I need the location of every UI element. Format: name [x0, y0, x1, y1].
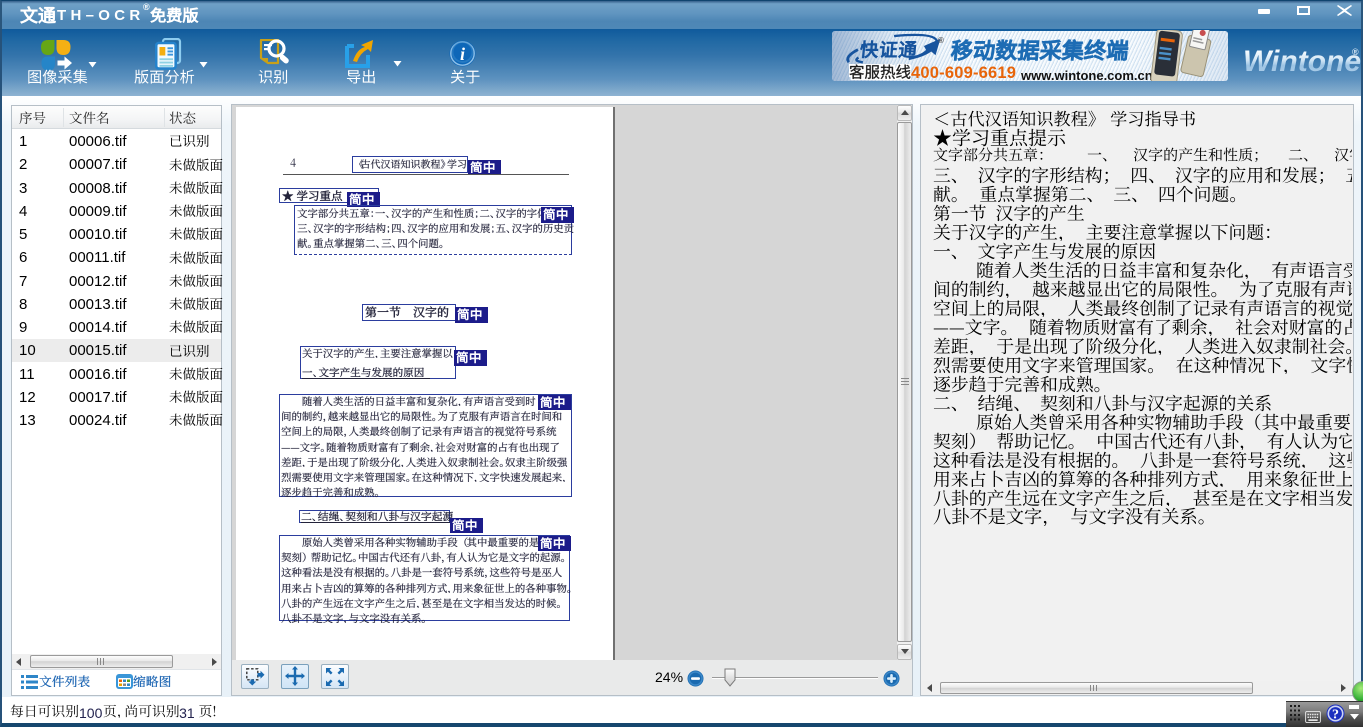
svg-text:?: ? — [1332, 708, 1339, 723]
svg-text:i: i — [460, 44, 465, 64]
